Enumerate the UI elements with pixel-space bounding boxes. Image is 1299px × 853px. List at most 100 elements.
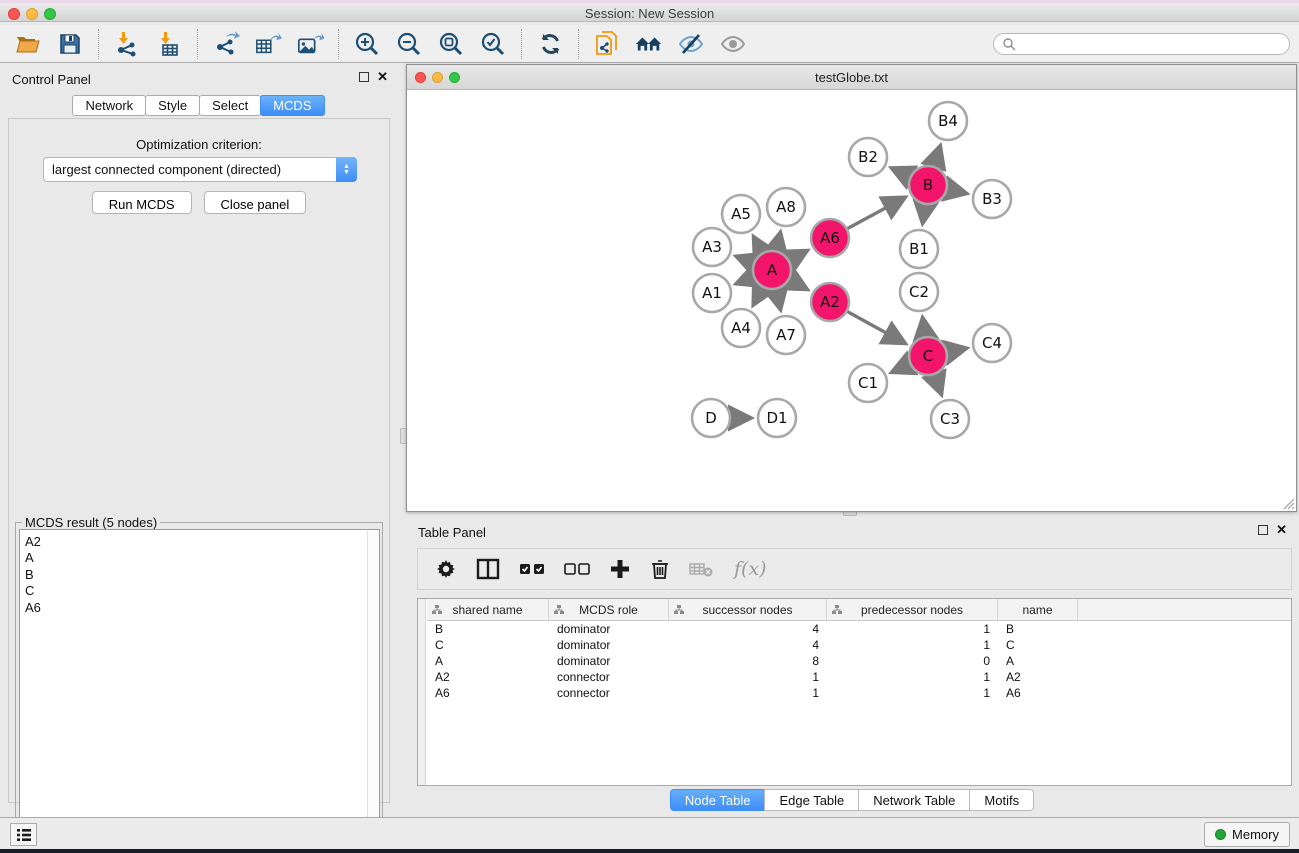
table-cell[interactable]: dominator	[549, 654, 669, 668]
edge-A-A4[interactable]	[754, 288, 763, 305]
criterion-dropdown[interactable]: largest connected component (directed) ▲…	[43, 157, 357, 182]
zoom-out-icon[interactable]	[395, 30, 423, 58]
edge-A-A1[interactable]	[737, 277, 753, 283]
table-cell[interactable]: 1	[669, 670, 827, 684]
node-A7[interactable]: A7	[767, 316, 805, 354]
node-B4[interactable]: B4	[929, 102, 967, 140]
result-item[interactable]: A	[25, 550, 379, 566]
export-image-icon[interactable]	[296, 30, 324, 58]
zoom-fit-icon[interactable]	[437, 30, 465, 58]
result-item[interactable]: B	[25, 567, 379, 583]
table-cell[interactable]: A	[998, 654, 1078, 668]
delete-table-icon[interactable]	[689, 560, 715, 578]
table-cell[interactable]: 4	[669, 638, 827, 652]
table-cell[interactable]: 4	[669, 622, 827, 636]
tab-style[interactable]: Style	[145, 95, 200, 116]
table-cell[interactable]: 1	[827, 686, 998, 700]
column-header-successor-nodes[interactable]: successor nodes	[669, 599, 827, 621]
table-cell[interactable]: B	[998, 622, 1078, 636]
tab-mcds[interactable]: MCDS	[260, 95, 324, 116]
delete-icon[interactable]	[650, 558, 670, 580]
node-A5[interactable]: A5	[722, 195, 760, 233]
table-cell[interactable]: 8	[669, 654, 827, 668]
network-graph[interactable]: AA1A2A3A4A5A6A7A8BB1B2B3B4CC1C2C3C4DD1	[407, 91, 1296, 511]
edge-C-C4[interactable]	[948, 348, 966, 352]
close-table-panel-icon[interactable]: ✕	[1276, 525, 1287, 535]
table-cell[interactable]: 1	[827, 670, 998, 684]
table-cell[interactable]: C	[427, 638, 549, 652]
node-A3[interactable]: A3	[693, 228, 731, 266]
edge-A6-B[interactable]	[848, 198, 905, 229]
edge-C-C1[interactable]	[893, 364, 910, 372]
edge-A-A8[interactable]	[776, 233, 780, 250]
table-row[interactable]: A6connector11A6	[427, 685, 1291, 701]
search-input[interactable]	[1016, 37, 1289, 51]
result-item[interactable]: A6	[25, 600, 379, 616]
tab-network[interactable]: Network	[72, 95, 146, 116]
node-A6[interactable]: A6	[811, 219, 849, 257]
table-cell[interactable]: 1	[669, 686, 827, 700]
save-session-icon[interactable]	[56, 30, 84, 58]
table-cell[interactable]: A2	[427, 670, 549, 684]
tab-select[interactable]: Select	[199, 95, 261, 116]
float-table-panel-icon[interactable]	[1258, 525, 1268, 535]
table-row[interactable]: Bdominator41B	[427, 621, 1291, 637]
show-eye-icon[interactable]	[719, 30, 747, 58]
node-B[interactable]: B	[909, 166, 947, 204]
resize-grip-icon[interactable]	[1281, 496, 1295, 510]
node-A[interactable]: A	[753, 251, 791, 289]
column-header-predecessor-nodes[interactable]: predecessor nodes	[827, 599, 998, 621]
add-column-icon[interactable]	[609, 558, 631, 580]
export-network-icon[interactable]	[212, 30, 240, 58]
node-C4[interactable]: C4	[973, 324, 1011, 362]
table-cell[interactable]: C	[998, 638, 1078, 652]
mcds-result-list[interactable]: A2ABCA6	[19, 529, 380, 853]
result-item[interactable]: A2	[25, 534, 379, 550]
table-cell[interactable]: A2	[998, 670, 1078, 684]
edge-A-A6[interactable]	[790, 251, 807, 260]
table-cell[interactable]: 1	[827, 622, 998, 636]
edge-C-C3[interactable]	[935, 375, 942, 394]
node-A2[interactable]: A2	[811, 283, 849, 321]
table-cell[interactable]: connector	[549, 686, 669, 700]
node-A4[interactable]: A4	[722, 309, 760, 347]
gear-icon[interactable]	[435, 558, 457, 580]
table-cell[interactable]: 1	[827, 638, 998, 652]
node-A8[interactable]: A8	[767, 188, 805, 226]
zoom-selected-icon[interactable]	[479, 30, 507, 58]
home-icon[interactable]	[635, 30, 663, 58]
close-panel-icon[interactable]: ✕	[377, 72, 388, 82]
import-network-icon[interactable]	[113, 30, 141, 58]
node-A1[interactable]: A1	[693, 274, 731, 312]
node-B3[interactable]: B3	[973, 180, 1011, 218]
task-history-button[interactable]	[10, 823, 37, 846]
table-row[interactable]: Adominator80A	[427, 653, 1291, 669]
close-panel-button[interactable]: Close panel	[204, 191, 307, 214]
edge-A-A3[interactable]	[737, 257, 753, 263]
table-cell[interactable]: A	[427, 654, 549, 668]
table-cell[interactable]: 0	[827, 654, 998, 668]
run-mcds-button[interactable]: Run MCDS	[92, 191, 192, 214]
hide-eye-icon[interactable]	[677, 30, 705, 58]
deselect-all-icon[interactable]	[564, 562, 590, 576]
column-header-MCDS-role[interactable]: MCDS role	[549, 599, 669, 621]
node-D[interactable]: D	[692, 399, 730, 437]
edge-B-B4[interactable]	[934, 147, 940, 166]
zoom-in-icon[interactable]	[353, 30, 381, 58]
node-C[interactable]: C	[909, 337, 947, 375]
edge-A2-C[interactable]	[848, 312, 905, 343]
split-panel-icon[interactable]	[476, 558, 500, 580]
edge-B-B1[interactable]	[923, 205, 925, 222]
node-C3[interactable]: C3	[931, 400, 969, 438]
edge-B-B2[interactable]	[892, 168, 909, 176]
node-D1[interactable]: D1	[758, 399, 796, 437]
table-row[interactable]: A2connector11A2	[427, 669, 1291, 685]
edge-C-C2[interactable]	[923, 319, 925, 336]
refresh-layout-icon[interactable]	[536, 30, 564, 58]
node-C2[interactable]: C2	[900, 273, 938, 311]
open-session-icon[interactable]	[14, 30, 42, 58]
select-all-icon[interactable]	[519, 562, 545, 576]
edge-A-A5[interactable]	[754, 238, 762, 253]
node-C1[interactable]: C1	[849, 364, 887, 402]
network-canvas[interactable]: AA1A2A3A4A5A6A7A8BB1B2B3B4CC1C2C3C4DD1	[407, 91, 1296, 511]
